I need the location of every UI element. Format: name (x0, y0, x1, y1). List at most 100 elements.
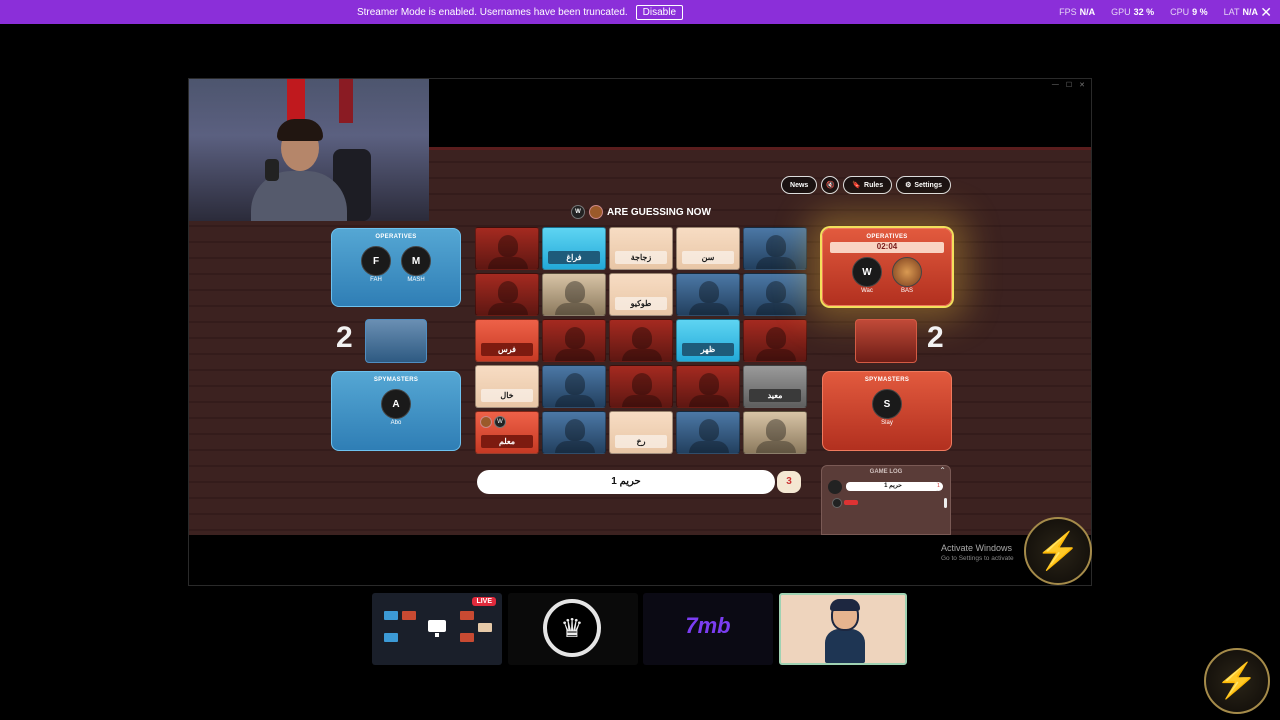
chevron-up-icon[interactable]: ⌃ (939, 466, 946, 475)
close-icon[interactable]: ✕ (1260, 4, 1272, 21)
lat-stat: LAT N/A (1223, 7, 1258, 17)
turn-banner: W ARE GUESSING NOW (571, 203, 711, 221)
blue-operatives-panel[interactable]: OPERATIVES F FAH M MASH (331, 228, 461, 307)
word-card[interactable] (609, 319, 673, 362)
red-score: 2 (927, 321, 944, 354)
minimize-icon[interactable]: — (1052, 81, 1059, 89)
player-avatar-icon: W (571, 205, 585, 219)
player[interactable]: S Slay (870, 389, 904, 426)
agent-portrait (565, 327, 585, 349)
word-card[interactable] (676, 411, 740, 454)
agent-shoulders (756, 441, 796, 453)
window-close-icon[interactable]: ✕ (1079, 81, 1085, 89)
rules-button[interactable]: 🔖 Rules (843, 176, 893, 194)
thumb-tile (384, 633, 398, 642)
agent-portrait (699, 373, 719, 395)
agent-portrait (565, 281, 585, 303)
lightning-bolt-icon[interactable]: ⚡ (1024, 517, 1092, 585)
lightning-bolt-icon[interactable]: ⚡ (1204, 648, 1270, 714)
word-card[interactable] (609, 365, 673, 408)
stream-thumbnail-avatar[interactable] (779, 593, 907, 665)
news-button[interactable]: News (781, 176, 818, 194)
word-card[interactable] (475, 227, 539, 270)
word-card[interactable]: زجاجة (609, 227, 673, 270)
game-toolbar: News 🔇 🔖 Rules ⚙ Settings (781, 176, 951, 194)
stream-thumbnail-game[interactable]: LIVE (372, 593, 502, 665)
blue-spymasters-panel[interactable]: SPYMASTERS A Abo (331, 371, 461, 451)
thumb-tile (402, 611, 416, 620)
stream-thumbnail-crown[interactable]: ♛ (508, 593, 638, 665)
word-card[interactable] (676, 365, 740, 408)
streamer-message-area: Streamer Mode is enabled. Usernames have… (0, 0, 1040, 24)
player[interactable]: F FAH (359, 246, 393, 283)
player[interactable]: W Wac (850, 257, 884, 294)
red-operatives-panel[interactable]: OPERATIVES 02:04 W Wac BAS (822, 228, 952, 306)
avatar-hair (830, 599, 860, 611)
disable-streamer-mode-button[interactable]: Disable (635, 4, 684, 20)
word-card[interactable] (743, 273, 807, 316)
agent-shoulders (488, 257, 528, 269)
turn-banner-text: ARE GUESSING NOW (607, 206, 711, 218)
avatar: A (381, 389, 411, 419)
player-list: A Abo (332, 389, 460, 426)
player-list: F FAH M MASH (332, 246, 460, 283)
word-card[interactable] (743, 411, 807, 454)
player[interactable]: A Abo (379, 389, 413, 426)
panel-title: OPERATIVES (375, 234, 417, 240)
sound-mute-button[interactable]: 🔇 (821, 176, 840, 194)
stream-window: — ☐ ✕ News 🔇 🔖 Rules ⚙ Settings W ARE GUES… (188, 78, 1092, 586)
performance-stats: FPS N/A GPU 32 % CPU 9 % LAT N/A (1059, 7, 1258, 17)
avatar (832, 498, 842, 508)
word-card[interactable]: سن (676, 227, 740, 270)
game-log-panel[interactable]: GAME LOG ⌃ حريم 1 1 (821, 465, 951, 535)
word-card[interactable]: فرس (475, 319, 539, 362)
word-card[interactable] (475, 273, 539, 316)
word-board: فراغ زجاجة سن طوكيو فرس ظهر خال معيد معلم W رخ (475, 227, 807, 454)
word-card[interactable]: معلم W (475, 411, 539, 454)
word-card[interactable] (676, 273, 740, 316)
word-card[interactable] (542, 365, 606, 408)
stream-thumbnail-7mb[interactable]: 7mb (643, 593, 773, 665)
card-word: فراغ (548, 251, 600, 264)
settings-button[interactable]: ⚙ Settings (896, 176, 951, 194)
red-spymasters-panel[interactable]: SPYMASTERS S Slay (822, 371, 952, 451)
live-badge: LIVE (472, 597, 496, 606)
agent-shoulders (689, 441, 729, 453)
maximize-icon[interactable]: ☐ (1066, 81, 1072, 89)
monitor-icon (428, 620, 446, 632)
speaker-muted-icon: 🔇 (825, 182, 835, 189)
player[interactable]: M MASH (399, 246, 433, 283)
agent-portrait (498, 235, 518, 257)
player-name: MASH (407, 277, 425, 283)
word-card[interactable] (542, 319, 606, 362)
word-card[interactable]: ظهر (676, 319, 740, 362)
activate-windows-watermark: Activate Windows Go to Settings to activ… (941, 543, 1014, 562)
fps-stat: FPS N/A (1059, 7, 1096, 17)
player[interactable]: BAS (890, 257, 924, 294)
player-avatar-icon (480, 416, 492, 428)
gpu-stat: GPU 32 % (1111, 7, 1155, 17)
card-word: زجاجة (615, 251, 667, 264)
word-card[interactable] (743, 319, 807, 362)
agent-shoulders (689, 303, 729, 315)
word-card[interactable]: رخ (609, 411, 673, 454)
word-card[interactable]: طوكيو (609, 273, 673, 316)
word-card[interactable]: معيد (743, 365, 807, 408)
scrollbar[interactable] (944, 498, 947, 508)
player-marks: W (480, 416, 506, 428)
game-log-entry-count: 1 (934, 482, 943, 491)
agent-shoulders (622, 395, 662, 407)
player-name: BAS (900, 288, 913, 294)
word-card[interactable] (542, 273, 606, 316)
word-card[interactable]: فراغ (542, 227, 606, 270)
red-remaining-card (855, 319, 917, 363)
word-card[interactable] (743, 227, 807, 270)
word-card[interactable] (542, 411, 606, 454)
crown-icon: ♛ (543, 599, 601, 657)
word-card[interactable]: خال (475, 365, 539, 408)
player-name: Slay (881, 420, 893, 426)
card-word: فرس (481, 343, 533, 356)
player-name: Wac (861, 288, 873, 294)
card-word: معيد (749, 389, 801, 402)
avatar: S (872, 389, 902, 419)
